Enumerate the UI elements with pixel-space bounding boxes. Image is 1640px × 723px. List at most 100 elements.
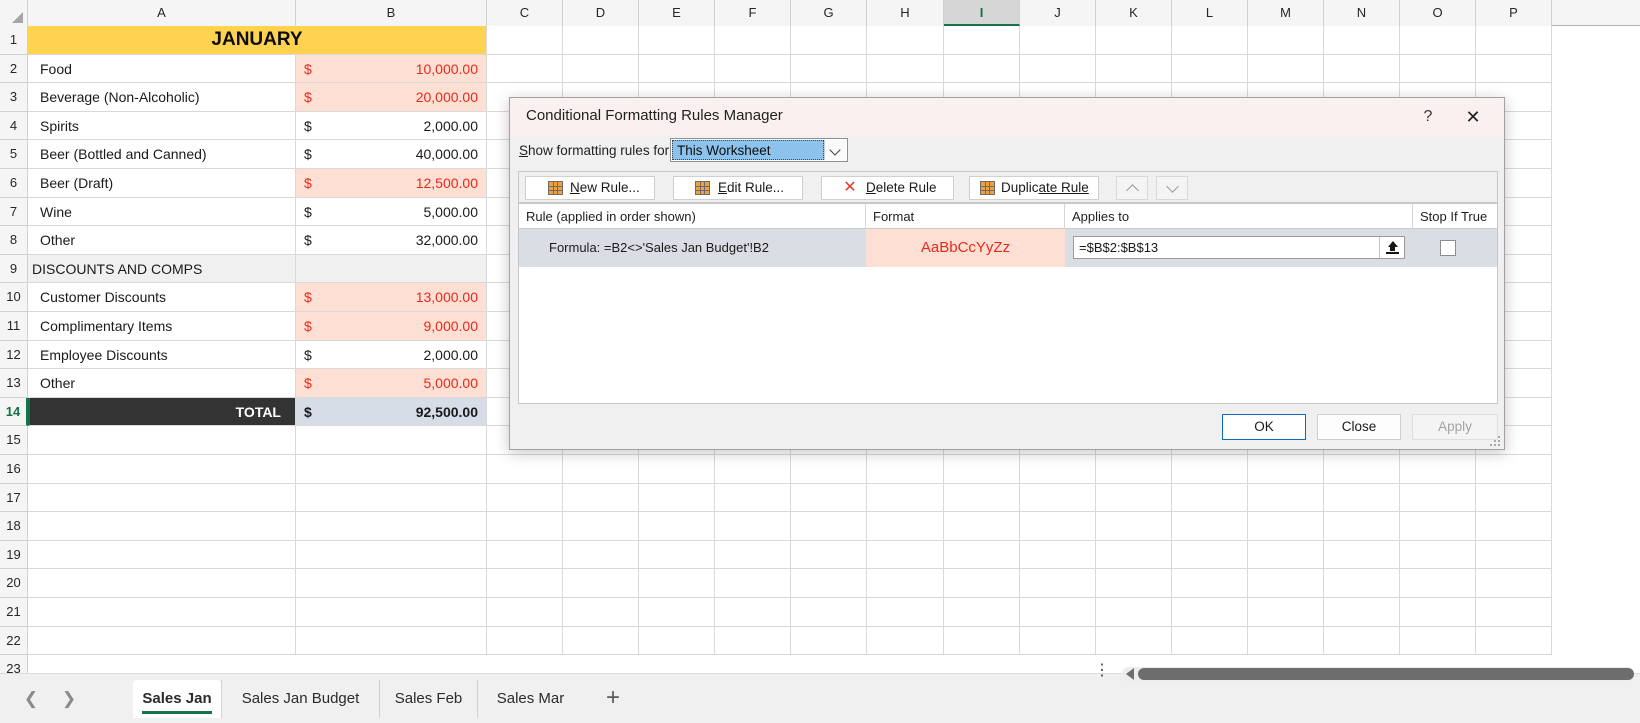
duplicate-rule-button[interactable]: Duplicate Rule [969,176,1099,200]
row-header-20[interactable]: 20 [0,569,28,598]
cell-E16[interactable] [639,455,715,484]
cell-F20[interactable] [715,569,791,598]
cell-D18[interactable] [563,512,639,541]
cell-N19[interactable] [1324,540,1400,570]
cell-I17[interactable] [944,483,1020,513]
cell-B22[interactable] [296,626,487,656]
cell-D19[interactable] [563,540,639,570]
cell-I20[interactable] [944,569,1020,598]
cell-C21[interactable] [487,598,563,627]
cell-b3[interactable]: $20,000.00 [296,83,487,112]
cell-K16[interactable] [1096,455,1172,484]
cell-O1[interactable] [1400,26,1476,55]
cell-G2[interactable] [791,54,867,84]
row-header-8[interactable]: 8 [0,226,28,255]
table-row[interactable]: Formula: =B2<>'Sales Jan Budget'!B2 AaBb… [519,229,1497,267]
cell-G20[interactable] [791,569,867,598]
cell-F16[interactable] [715,455,791,484]
cell-O2[interactable] [1400,54,1476,84]
column-header-N[interactable]: N [1324,0,1400,26]
cell-D16[interactable] [563,455,639,484]
row-header-19[interactable]: 19 [0,540,28,570]
cell-M1[interactable] [1248,26,1324,55]
cell-A16[interactable] [28,455,296,484]
cell-H17[interactable] [867,483,944,513]
cell-H16[interactable] [867,455,944,484]
cell-O18[interactable] [1400,512,1476,541]
cell-january-banner[interactable]: JANUARY [28,26,487,55]
cell-B15[interactable] [296,426,487,455]
cell-I1[interactable] [944,26,1020,55]
cell-G22[interactable] [791,626,867,656]
cell-M21[interactable] [1248,598,1324,627]
tab-overflow-icon[interactable]: ⋮ [1094,662,1110,684]
cell-K1[interactable] [1096,26,1172,55]
row-header-3[interactable]: 3 [0,83,28,112]
cell-K20[interactable] [1096,569,1172,598]
cell-B20[interactable] [296,569,487,598]
cell-O17[interactable] [1400,483,1476,513]
cell-D20[interactable] [563,569,639,598]
column-header-P[interactable]: P [1476,0,1552,26]
stop-if-true-checkbox[interactable] [1440,240,1456,256]
cell-J22[interactable] [1020,626,1096,656]
cell-a9[interactable]: DISCOUNTS AND COMPS [28,254,296,284]
row-header-9[interactable]: 9 [0,254,28,284]
cell-N21[interactable] [1324,598,1400,627]
cell-M20[interactable] [1248,569,1324,598]
column-header-L[interactable]: L [1172,0,1248,26]
resize-grip[interactable] [1490,436,1502,448]
cell-b9[interactable] [296,254,487,284]
row-header-15[interactable]: 15 [0,426,28,455]
cell-K17[interactable] [1096,483,1172,513]
cell-G18[interactable] [791,512,867,541]
apply-button[interactable]: Apply [1412,414,1498,440]
cell-I19[interactable] [944,540,1020,570]
cell-B18[interactable] [296,512,487,541]
cell-M16[interactable] [1248,455,1324,484]
cell-E17[interactable] [639,483,715,513]
cell-A22[interactable] [28,626,296,656]
cell-N20[interactable] [1324,569,1400,598]
dialog-title-bar[interactable]: Conditional Formatting Rules Manager ? ✕ [510,98,1504,136]
cell-G21[interactable] [791,598,867,627]
collapse-dialog-icon[interactable] [1379,237,1404,258]
cell-E20[interactable] [639,569,715,598]
cell-H2[interactable] [867,54,944,84]
cell-G17[interactable] [791,483,867,513]
cell-A19[interactable] [28,540,296,570]
cell-C22[interactable] [487,626,563,656]
column-header-J[interactable]: J [1020,0,1096,26]
cell-J20[interactable] [1020,569,1096,598]
cell-O21[interactable] [1400,598,1476,627]
delete-rule-button[interactable]: ✕ Delete Rule [821,176,954,200]
row-header-13[interactable]: 13 [0,369,28,398]
cell-a10[interactable]: Customer Discounts [28,283,296,312]
cell-J21[interactable] [1020,598,1096,627]
cell-D22[interactable] [563,626,639,656]
sheet-tab-1[interactable]: Sales Jan Budget [221,680,379,718]
cell-D17[interactable] [563,483,639,513]
cell-L22[interactable] [1172,626,1248,656]
column-header-B[interactable]: B [296,0,487,26]
cell-G16[interactable] [791,455,867,484]
cell-P2[interactable] [1476,54,1552,84]
column-header-F[interactable]: F [715,0,791,26]
cell-I21[interactable] [944,598,1020,627]
cell-M17[interactable] [1248,483,1324,513]
row-header-4[interactable]: 4 [0,111,28,141]
cell-M19[interactable] [1248,540,1324,570]
cell-a8[interactable]: Other [28,226,296,255]
row-header-7[interactable]: 7 [0,197,28,227]
cell-O22[interactable] [1400,626,1476,656]
cell-b8[interactable]: $32,000.00 [296,226,487,255]
cell-O20[interactable] [1400,569,1476,598]
cell-F1[interactable] [715,26,791,55]
conditional-formatting-rules-manager-dialog[interactable]: Conditional Formatting Rules Manager ? ✕… [509,97,1505,450]
cell-b14-total-value[interactable]: $92,500.00 [296,397,487,427]
column-header-M[interactable]: M [1248,0,1324,26]
ok-button[interactable]: OK [1222,414,1306,440]
cell-C18[interactable] [487,512,563,541]
cell-F18[interactable] [715,512,791,541]
row-header-14[interactable]: 14 [0,397,28,427]
